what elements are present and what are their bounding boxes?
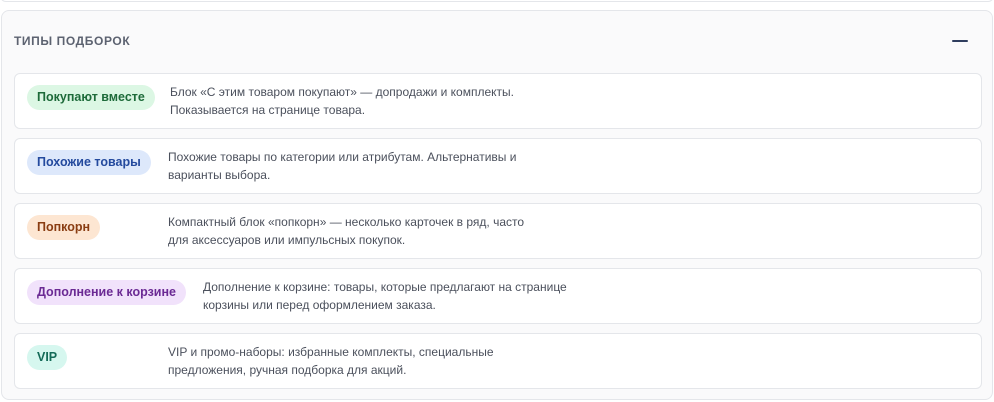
type-description: Похожие товары по категории или атрибута… [168,149,608,184]
type-badge-similar-products: Похожие товары [27,150,151,175]
type-description: Блок «С этим товаром покупают» — допрода… [170,84,610,119]
type-description: VIP и промо-наборы: избранные комплекты,… [168,344,608,379]
type-description: Дополнение к корзине: товары, которые пр… [203,279,643,314]
description-line: Показывается на странице товара. [170,102,366,117]
description-line: варианты выбора. [168,167,271,182]
collapse-button[interactable] [944,31,974,51]
previous-card-edge [0,0,994,2]
minus-icon [952,40,968,42]
type-item-popcorn: Попкорн Компактный блок «попкорн» — неск… [14,203,982,259]
type-item-buy-together: Покупают вместе Блок «С этим товаром пок… [14,73,982,129]
description-line: корзины или перед оформлением заказа. [203,297,436,312]
type-item-similar-products: Похожие товары Похожие товары по категор… [14,138,982,194]
collection-types-panel: ТИПЫ ПОДБОРОК Покупают вместе Блок «С эт… [1,10,993,400]
type-badge-buy-together: Покупают вместе [27,85,155,110]
description-line: предложения, ручная подборка для акций. [168,362,407,377]
description-line: Блок «С этим товаром покупают» — допрода… [170,85,514,99]
panel-title: ТИПЫ ПОДБОРОК [14,34,131,48]
type-badge-vip: VIP [27,345,68,370]
type-item-vip: VIP VIP и промо-наборы: избранные компле… [14,333,982,389]
description-line: VIP и промо-наборы: избранные комплекты,… [168,345,494,359]
panel-header: ТИПЫ ПОДБОРОК [2,11,992,71]
description-line: Дополнение к корзине: товары, которые пр… [203,280,567,294]
description-line: Похожие товары по категории или атрибута… [168,150,517,164]
type-description: Компактный блок «попкорн» — несколько ка… [168,214,608,249]
description-line: для аксессуаров или импульсных покупок. [168,232,406,247]
type-item-cart-addon: Дополнение к корзине Дополнение к корзин… [14,268,982,324]
type-badge-cart-addon: Дополнение к корзине [27,280,186,305]
type-badge-popcorn: Попкорн [27,215,101,240]
description-line: Компактный блок «попкорн» — несколько ка… [168,215,525,229]
